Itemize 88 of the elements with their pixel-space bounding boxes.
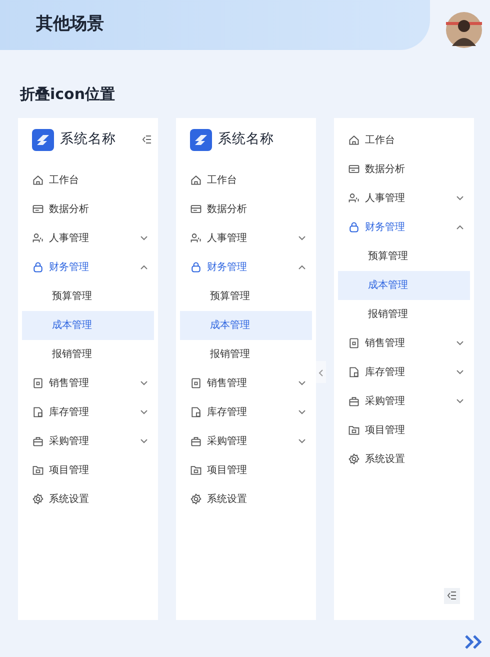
chevron-down-icon: [298, 380, 306, 386]
menu-item[interactable]: 销售管理: [334, 328, 474, 358]
collapse-handle[interactable]: [316, 360, 326, 382]
home-icon: [32, 174, 44, 186]
menu-item[interactable]: 财务管理: [334, 212, 474, 242]
menu-item[interactable]: 工作台: [176, 166, 316, 194]
section-title: 折叠icon位置: [20, 84, 116, 105]
menu-item[interactable]: 人事管理: [176, 224, 316, 252]
menu-item[interactable]: 库存管理: [334, 358, 474, 386]
bag-icon: [32, 435, 44, 447]
file-icon: [190, 406, 202, 418]
menu-item[interactable]: 采购管理: [334, 386, 474, 416]
chevron-down-icon: [298, 235, 306, 241]
submenu-item[interactable]: 报销管理: [338, 300, 470, 328]
chevron-down-icon: [140, 235, 148, 241]
menu-item[interactable]: 系统设置: [176, 484, 316, 514]
menu-item[interactable]: 数据分析: [334, 154, 474, 184]
chevron-up-icon: [298, 264, 306, 270]
bag-icon: [190, 435, 202, 447]
submenu-item[interactable]: 报销管理: [22, 340, 154, 368]
folder-icon: [190, 464, 202, 476]
menu-item[interactable]: 人事管理: [18, 224, 158, 252]
gear-icon: [32, 493, 44, 505]
bag-icon: [348, 395, 360, 407]
file-icon: [32, 406, 44, 418]
lock-icon: [348, 221, 360, 233]
chevron-down-icon: [140, 409, 148, 415]
folder-icon: [32, 464, 44, 476]
menu-item[interactable]: 库存管理: [18, 398, 158, 426]
chevron-down-icon: [456, 398, 464, 404]
menu-item[interactable]: 采购管理: [18, 426, 158, 456]
chevron-down-icon: [140, 380, 148, 386]
chevron-down-icon: [456, 195, 464, 201]
avatar[interactable]: [446, 12, 482, 48]
collapse-icon[interactable]: [142, 135, 152, 144]
menu-item[interactable]: 系统设置: [18, 484, 158, 514]
menu-item[interactable]: 数据分析: [176, 194, 316, 224]
menu-item[interactable]: 系统设置: [334, 444, 474, 474]
lock-icon: [190, 261, 202, 273]
menu-item[interactable]: 项目管理: [176, 456, 316, 484]
collapse-icon[interactable]: [444, 588, 460, 604]
card-icon: [348, 163, 360, 175]
folder-icon: [348, 424, 360, 436]
lock-icon: [32, 261, 44, 273]
clipboard-icon: [348, 337, 360, 349]
submenu-item[interactable]: 成本管理: [22, 310, 154, 340]
page-title: 其他场景: [36, 13, 104, 36]
clipboard-icon: [190, 377, 202, 389]
people-icon: [32, 232, 44, 244]
gear-icon: [190, 493, 202, 505]
menu-item[interactable]: 数据分析: [18, 194, 158, 224]
menu-item[interactable]: 财务管理: [176, 252, 316, 282]
menu-item[interactable]: 工作台: [18, 166, 158, 194]
home-icon: [348, 134, 360, 146]
submenu-item[interactable]: 预算管理: [22, 282, 154, 310]
menu-item[interactable]: 财务管理: [18, 252, 158, 282]
card-icon: [190, 203, 202, 215]
chevron-up-icon: [140, 264, 148, 270]
menu-item[interactable]: 项目管理: [334, 416, 474, 444]
submenu-item[interactable]: 报销管理: [180, 340, 312, 368]
chevron-down-icon: [140, 438, 148, 444]
submenu-item[interactable]: 预算管理: [180, 282, 312, 310]
menu-item[interactable]: 销售管理: [18, 368, 158, 398]
gear-icon: [348, 453, 360, 465]
menu-item[interactable]: 人事管理: [334, 184, 474, 212]
chevron-down-icon: [456, 369, 464, 375]
submenu-item[interactable]: 成本管理: [338, 270, 470, 300]
clipboard-icon: [32, 377, 44, 389]
brand-name: 系统名称: [218, 130, 274, 150]
menu-item[interactable]: 工作台: [334, 126, 474, 154]
card-icon: [32, 203, 44, 215]
logo-icon: [32, 128, 54, 150]
chevron-down-icon: [298, 409, 306, 415]
menu-item[interactable]: 销售管理: [176, 368, 316, 398]
chevron-down-icon: [298, 438, 306, 444]
chevron-down-icon: [456, 340, 464, 346]
home-icon: [190, 174, 202, 186]
brand-name: 系统名称: [60, 130, 116, 150]
submenu-item[interactable]: 预算管理: [338, 242, 470, 270]
menu-item[interactable]: 采购管理: [176, 426, 316, 456]
people-icon: [348, 192, 360, 204]
logo-icon: [190, 128, 212, 150]
people-icon: [190, 232, 202, 244]
chevron-up-icon: [456, 224, 464, 230]
menu-item[interactable]: 库存管理: [176, 398, 316, 426]
file-icon: [348, 366, 360, 378]
submenu-item[interactable]: 成本管理: [180, 310, 312, 340]
menu-item[interactable]: 项目管理: [18, 456, 158, 484]
